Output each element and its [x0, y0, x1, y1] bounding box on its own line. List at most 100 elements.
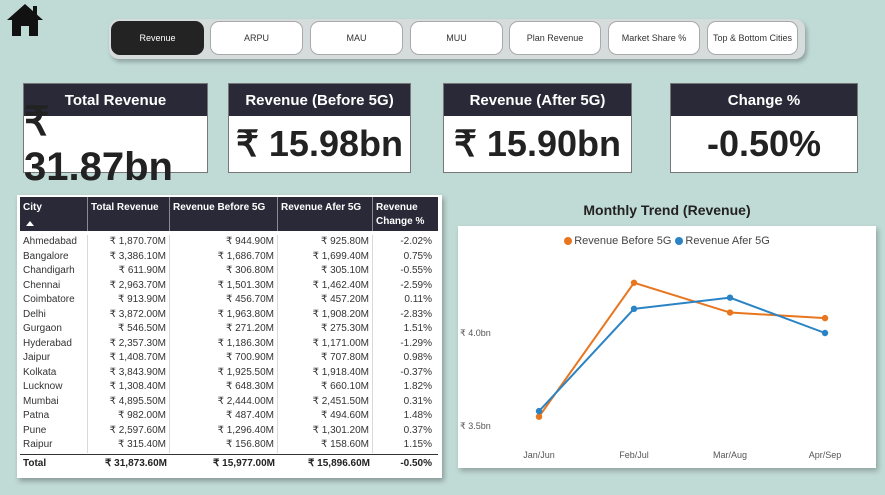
sort-ascending-icon[interactable] — [26, 221, 34, 226]
cell-revenue-after-5g: ₹ 1,462.40M — [278, 278, 373, 293]
total-cell-revenue-before-5g: ₹ 15,977.00M — [213, 457, 275, 469]
header-revenue-before-5g[interactable]: Revenue Before 5G — [170, 197, 278, 231]
cell-revenue-before-5g: ₹ 1,686.70M — [170, 249, 278, 264]
cell-city: Lucknow — [20, 380, 88, 395]
data-point[interactable] — [726, 294, 734, 301]
cell-revenue-change: 0.75% — [403, 250, 432, 262]
cell-revenue-before-5g: ₹ 648.30M — [170, 380, 278, 395]
cell-total-revenue: ₹ 982.00M — [88, 409, 170, 424]
cell-revenue-before-5g: ₹ 1,963.80M — [170, 307, 278, 322]
data-point[interactable] — [535, 407, 543, 415]
cell-total-revenue: ₹ 913.90M — [88, 293, 170, 308]
total-cell-total-revenue: ₹ 31,873.60M — [105, 457, 167, 469]
tab-revenue[interactable]: Revenue — [111, 21, 204, 55]
total-revenue-card: Total Revenue ₹ 31.87bn — [23, 83, 208, 189]
cell-revenue-before-5g: ₹ 2,444.00M — [170, 394, 278, 409]
cell-revenue-before-5g: ₹ 306.80M — [170, 264, 278, 279]
table-row[interactable]: Lucknow ₹ 1,308.40M ₹ 648.30M ₹ 660.10M 1.82… — [20, 380, 438, 395]
data-point[interactable] — [630, 305, 638, 313]
data-point[interactable] — [726, 309, 734, 316]
data-point[interactable] — [821, 329, 829, 337]
revenue-after-5g-card: Revenue (After 5G) ₹ 15.90bn — [443, 83, 632, 173]
tab-top-bottom-cities[interactable]: Top & Bottom Cities — [707, 21, 798, 55]
monthly-trend-chart: Revenue Before 5G Revenue Afer 5G ₹ 3.5bn… — [458, 226, 876, 468]
table-row[interactable]: Ahmedabad ₹ 1,870.70M ₹ 944.90M ₹ 925.80M -2… — [20, 235, 438, 250]
line-chart-plot: ₹ 3.5bn ₹ 4.0bn Jan/Jun Feb/Jul Mar/Aug Apr/S… — [460, 279, 842, 460]
card-value: ₹ 31.87bn — [24, 99, 173, 189]
cell-revenue-after-5g: ₹ 925.80M — [278, 235, 373, 250]
cell-city: Bangalore — [20, 249, 88, 264]
cell-revenue-after-5g: ₹ 1,171.00M — [278, 336, 373, 351]
table-row[interactable]: Delhi ₹ 3,872.00M ₹ 1,963.80M ₹ 1,908.20M -2… — [20, 307, 438, 322]
table-row[interactable]: Bangalore ₹ 3,386.10M ₹ 1,686.70M ₹ 1,699.4… — [20, 249, 438, 264]
y-axis-tick-label: ₹ 3.5bn — [460, 421, 491, 431]
card-value: ₹ 15.98bn — [236, 123, 403, 164]
table-row[interactable]: Chandigarh ₹ 611.90M ₹ 306.80M ₹ 305.10M -0.… — [20, 264, 438, 279]
cell-revenue-change: -2.02% — [400, 236, 432, 247]
cell-revenue-after-5g: ₹ 275.30M — [278, 322, 373, 337]
header-revenue-after-5g[interactable]: Revenue Afer 5G — [278, 197, 373, 231]
table-body: Ahmedabad ₹ 1,870.70M ₹ 944.90M ₹ 925.80M -2… — [20, 235, 438, 471]
cell-revenue-before-5g: ₹ 700.90M — [170, 351, 278, 366]
header-total-revenue[interactable]: Total Revenue — [88, 197, 170, 231]
table-row[interactable]: Patna ₹ 982.00M ₹ 487.40M ₹ 494.60M 1.48% — [20, 409, 438, 424]
home-icon[interactable] — [5, 2, 45, 38]
data-point[interactable] — [535, 413, 543, 420]
navigation-tab-bar: Revenue ARPU MAU MUU Plan Revenue Market Shar… — [109, 19, 805, 59]
cell-total-revenue: ₹ 3,872.00M — [88, 307, 170, 322]
table-row[interactable]: Kolkata ₹ 3,843.90M ₹ 1,925.50M ₹ 1,918.40M… — [20, 365, 438, 380]
table-row[interactable]: Coimbatore ₹ 913.90M ₹ 456.70M ₹ 457.20M 0.1… — [20, 293, 438, 308]
x-axis-tick-label: Mar/Aug — [713, 450, 747, 460]
cell-city: Coimbatore — [20, 293, 88, 308]
data-point[interactable] — [630, 279, 638, 286]
cell-city: Gurgaon — [20, 322, 88, 337]
tab-plan-revenue[interactable]: Plan Revenue — [509, 21, 601, 55]
table-row[interactable]: Chennai ₹ 2,963.70M ₹ 1,501.30M ₹ 1,462.40M… — [20, 278, 438, 293]
cell-revenue-after-5g: ₹ 1,908.20M — [278, 307, 373, 322]
x-axis-tick-label: Apr/Sep — [809, 450, 842, 460]
data-point[interactable] — [821, 314, 829, 322]
cell-total-revenue: ₹ 546.50M — [88, 322, 170, 337]
table-row[interactable]: Jaipur ₹ 1,408.70M ₹ 700.90M ₹ 707.80M 0.98% — [20, 351, 438, 366]
cell-revenue-change: 0.31% — [403, 395, 432, 407]
tab-mau[interactable]: MAU — [310, 21, 403, 55]
cell-total-revenue: ₹ 611.90M — [88, 264, 170, 279]
cell-revenue-before-5g: ₹ 156.80M — [170, 438, 278, 453]
tab-arpu[interactable]: ARPU — [210, 21, 303, 55]
cell-city: Ahmedabad — [20, 235, 88, 250]
cell-revenue-change: -1.29% — [400, 337, 432, 349]
table-row[interactable]: Raipur ₹ 315.40M ₹ 156.80M ₹ 158.60M 1.15% — [20, 438, 438, 453]
tab-muu[interactable]: MUU — [410, 21, 503, 55]
header-city[interactable]: City — [20, 197, 88, 231]
cell-revenue-after-5g: ₹ 1,301.20M — [278, 423, 373, 438]
table-row[interactable]: Hyderabad ₹ 2,357.30M ₹ 1,186.30M ₹ 1,171.0… — [20, 336, 438, 351]
cell-revenue-after-5g: ₹ 660.10M — [278, 380, 373, 395]
cell-city: Mumbai — [20, 394, 88, 409]
table-row[interactable]: Pune ₹ 2,597.60M ₹ 1,296.40M ₹ 1,301.20M 0.3… — [20, 423, 438, 438]
cell-revenue-change: 1.15% — [403, 439, 432, 450]
cell-revenue-after-5g: ₹ 707.80M — [278, 351, 373, 366]
total-cell-city: Total — [23, 457, 47, 469]
cell-total-revenue: ₹ 4,895.50M — [88, 394, 170, 409]
cell-revenue-after-5g: ₹ 158.60M — [278, 438, 373, 453]
cell-total-revenue: ₹ 315.40M — [88, 438, 170, 453]
table-row[interactable]: Gurgaon ₹ 546.50M ₹ 271.20M ₹ 275.30M 1.51% — [20, 322, 438, 337]
header-city-label: City — [23, 202, 42, 213]
cell-revenue-after-5g: ₹ 457.20M — [278, 293, 373, 308]
header-revenue-change[interactable]: Revenue Change % — [373, 197, 438, 231]
card-title: Revenue (After 5G) — [444, 84, 631, 116]
cell-total-revenue: ₹ 2,597.60M — [88, 423, 170, 438]
cell-revenue-after-5g: ₹ 494.60M — [278, 409, 373, 424]
table-row[interactable]: Mumbai ₹ 4,895.50M ₹ 2,444.00M ₹ 2,451.50M 0… — [20, 394, 438, 409]
y-axis-tick-label: ₹ 4.0bn — [460, 328, 491, 338]
cell-revenue-change: 1.48% — [403, 410, 432, 421]
cell-revenue-before-5g: ₹ 1,501.30M — [170, 278, 278, 293]
card-value: -0.50% — [706, 123, 822, 164]
total-cell-revenue-after-5g: ₹ 15,896.60M — [308, 457, 370, 469]
cell-total-revenue: ₹ 3,386.10M — [88, 249, 170, 264]
tab-market-share[interactable]: Market Share % — [608, 21, 700, 55]
cell-city: Raipur — [20, 438, 88, 453]
cell-revenue-change: 0.11% — [404, 294, 432, 305]
cell-revenue-change: 0.37% — [403, 424, 432, 436]
cell-total-revenue: ₹ 1,308.40M — [88, 380, 170, 395]
